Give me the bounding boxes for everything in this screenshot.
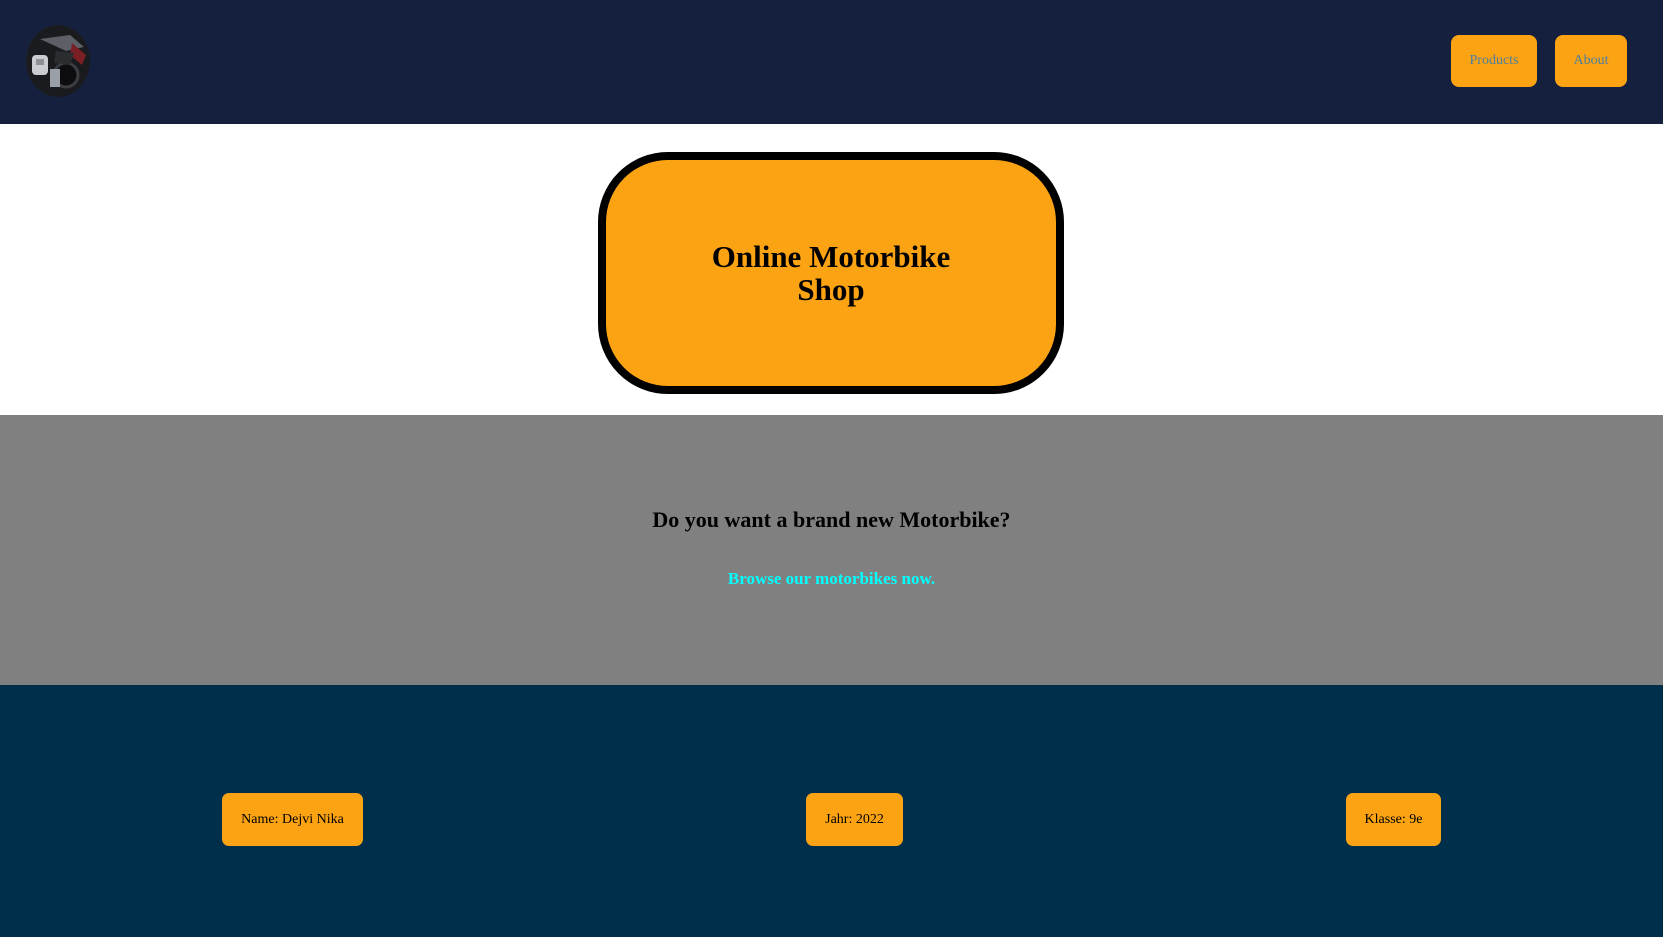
about-button[interactable]: About: [1555, 35, 1627, 87]
class-badge: Klasse: 9e: [1346, 793, 1441, 846]
hero-banner: Online Motorbike Shop: [598, 152, 1064, 394]
products-button[interactable]: Products: [1451, 35, 1537, 87]
year-badge: Jahr: 2022: [806, 793, 903, 846]
cta-question: Do you want a brand new Motorbike?: [652, 507, 1011, 532]
hero-section: Online Motorbike Shop: [0, 124, 1663, 415]
footer: Name: Dejvi Nika Jahr: 2022 Klasse: 9e: [0, 685, 1663, 937]
cta-section: Do you want a brand new Motorbike? Brows…: [0, 415, 1663, 685]
author-name-badge: Name: Dejvi Nika: [222, 793, 363, 846]
page-title: Online Motorbike Shop: [711, 239, 951, 307]
navbar: Products About: [0, 0, 1663, 124]
motorbike-logo-icon[interactable]: [26, 25, 90, 97]
browse-motorbikes-link[interactable]: Browse our motorbikes now.: [0, 569, 1663, 589]
